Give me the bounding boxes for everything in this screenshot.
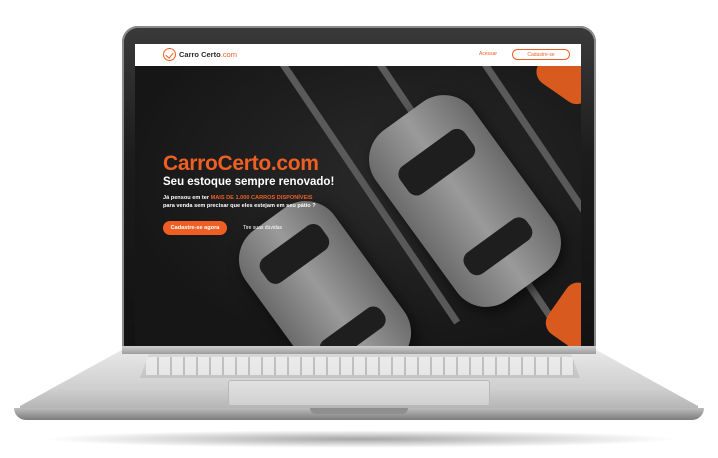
logo-text: Carro Certo.com [179, 50, 237, 59]
faq-link[interactable]: Tire suas dúvidas [243, 225, 282, 231]
laptop-mockup: Carro Certo.com Acessar Cadastre-se Carr… [0, 0, 718, 458]
laptop-screen: Carro Certo.com Acessar Cadastre-se Carr… [135, 44, 581, 346]
car-windshield [394, 124, 480, 200]
hero-title: CarroCerto.com [163, 152, 319, 175]
hero-section: CarroCerto.com Seu estoque sempre renova… [135, 66, 581, 346]
site-logo[interactable]: Carro Certo.com [163, 48, 237, 61]
laptop-notch [310, 408, 408, 414]
logo-domain: .com [220, 50, 237, 59]
hero-subtitle: Seu estoque sempre renovado! [163, 176, 335, 188]
laptop-keyboard [140, 354, 580, 378]
car-check-icon [163, 48, 176, 61]
hero-description: Já pensou em ter MAIS DE 1.000 CARROS DI… [163, 194, 383, 210]
laptop-trackpad [228, 380, 490, 406]
logo-name: Carro Certo [179, 50, 221, 59]
cta-signup-button[interactable]: Cadastre-se agora [163, 221, 227, 235]
desc-highlight: MAIS DE 1.000 CARROS DISPONÍVEIS [210, 195, 313, 201]
car-rear-window [315, 302, 390, 346]
laptop-hinge [122, 346, 596, 354]
login-link[interactable]: Acessar [479, 51, 497, 57]
gray-car-image [224, 186, 426, 346]
laptop-shadow [40, 430, 680, 448]
site-header: Carro Certo.com Acessar Cadastre-se [135, 44, 581, 66]
desc-prefix: Já pensou em ter [163, 195, 211, 201]
gray-car-image [354, 80, 576, 322]
orange-car-image [530, 66, 581, 110]
car-rear-window [459, 213, 537, 280]
signup-button[interactable]: Cadastre-se [512, 49, 570, 60]
desc-suffix: para venda sem precisar que eles estejam… [163, 203, 316, 209]
